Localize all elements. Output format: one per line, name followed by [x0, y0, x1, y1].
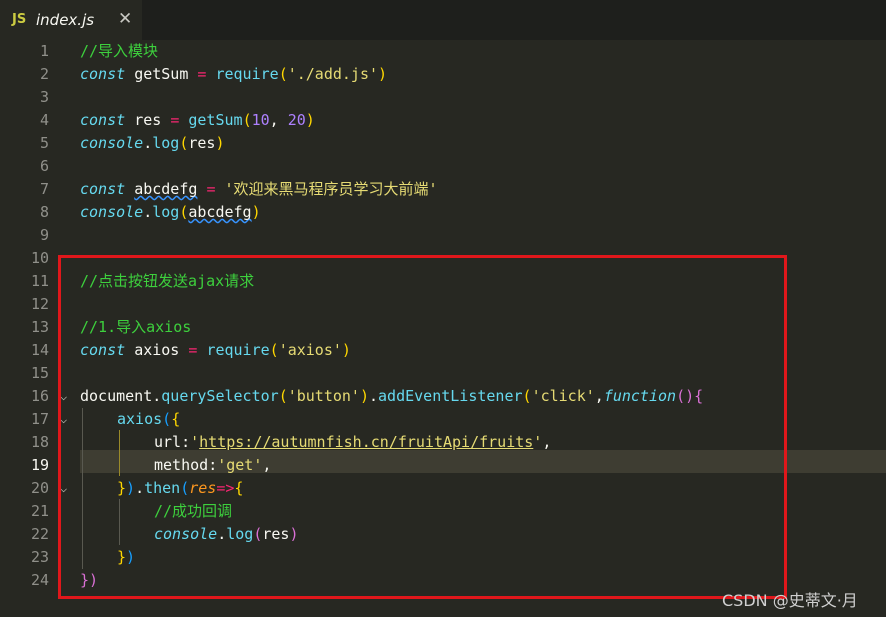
tab-bar: JS index.js ✕ — [0, 0, 886, 40]
line-number: 8 — [39, 203, 49, 221]
line-number: 22 — [30, 525, 49, 543]
watermark: CSDN @史蒂文·月 — [722, 591, 858, 610]
highlight-box — [58, 255, 787, 599]
code-line-1: //导入模块 — [80, 42, 159, 60]
line-number: 2 — [39, 65, 49, 83]
line-number: 6 — [39, 157, 49, 175]
line-number: 4 — [39, 111, 49, 129]
line-number: 3 — [39, 88, 49, 106]
code-line-5: console.log(res) — [80, 134, 225, 152]
line-number: 21 — [30, 502, 49, 520]
line-number: 16 — [30, 387, 49, 405]
code-line-7: const abcdefg = '欢迎来黑马程序员学习大前端' — [80, 180, 438, 198]
code-line-2: const getSum = require('./add.js') — [80, 65, 388, 83]
line-number: 12 — [30, 295, 49, 313]
line-number: 19 — [30, 456, 49, 474]
line-number: 11 — [30, 272, 49, 290]
line-number: 9 — [39, 226, 49, 244]
tab-filename: index.js — [36, 11, 95, 29]
line-number: 14 — [30, 341, 49, 359]
line-number: 23 — [30, 548, 49, 566]
code-editor[interactable]: 1 2 3 4 5 6 7 8 9 10 11 12 13 14 15 16 17 18 19 20 21 22 23 24 … — [0, 40, 886, 617]
line-number: 13 — [30, 318, 49, 336]
line-number: 17 — [30, 410, 49, 428]
line-number: 24 — [30, 571, 49, 589]
line-number: 18 — [30, 433, 49, 451]
line-number: 15 — [30, 364, 49, 382]
line-number: 1 — [39, 42, 49, 60]
line-number: 7 — [39, 180, 49, 198]
close-icon[interactable]: ✕ — [118, 9, 132, 29]
code-line-8: console.log(abcdefg) — [80, 203, 261, 221]
line-number: 10 — [30, 249, 49, 267]
line-number: 20 — [30, 479, 49, 497]
code-line-4: const res = getSum(10, 20) — [80, 111, 315, 129]
js-file-icon: JS — [12, 12, 27, 27]
line-number: 5 — [39, 134, 49, 152]
tab-index-js[interactable]: JS index.js ✕ — [0, 0, 142, 40]
